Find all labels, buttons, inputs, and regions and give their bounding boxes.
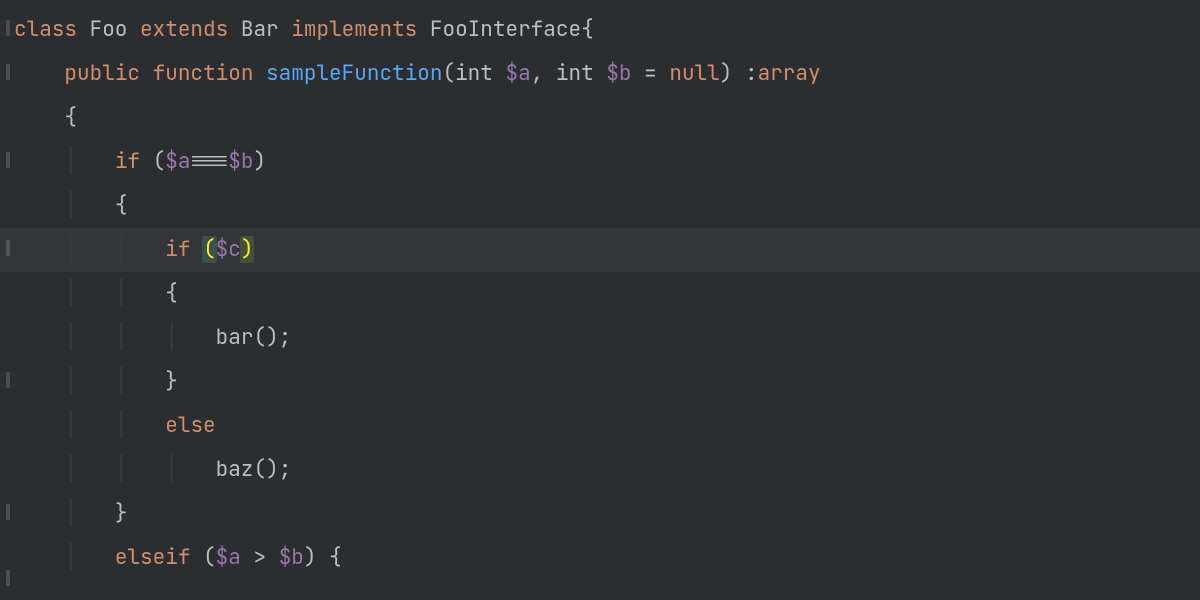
brace-open: { <box>581 16 594 43</box>
keyword-extends: extends <box>140 16 228 43</box>
indent-guide: │ <box>64 192 77 219</box>
code-line[interactable]: │ │ } <box>14 360 1200 404</box>
keyword-null: null <box>669 60 719 87</box>
code-line[interactable]: │ if ($a===$b) <box>14 140 1200 184</box>
variable-b: $b <box>279 544 304 571</box>
paren-open: ( <box>203 544 216 571</box>
indent-guide: │ <box>64 412 77 439</box>
semicolon: ; <box>279 324 292 351</box>
code-line[interactable]: │ │ │ baz(); <box>14 448 1200 492</box>
brace-open: { <box>165 280 178 307</box>
code-line[interactable]: │ │ │ bar(); <box>14 316 1200 360</box>
class-name: Foo <box>90 16 128 43</box>
brace-close: } <box>165 368 178 395</box>
indent-guide: │ <box>115 324 128 351</box>
indent-guide: │ <box>165 324 178 351</box>
gutter-mark <box>6 152 10 168</box>
code-editor[interactable]: class Foo extends Bar implements FooInte… <box>0 0 1200 600</box>
variable-a: $a <box>216 544 241 571</box>
class-name: Bar <box>241 16 279 43</box>
paren-open: ( <box>253 324 266 351</box>
code-area[interactable]: class Foo extends Bar implements FooInte… <box>14 8 1200 580</box>
keyword-function: function <box>153 60 254 87</box>
indent-guide: │ <box>64 280 77 307</box>
code-line[interactable]: │ { <box>14 184 1200 228</box>
function-name: sampleFunction <box>266 60 442 87</box>
keyword-else: else <box>165 412 215 439</box>
brace-open: { <box>115 192 128 219</box>
keyword-elseif: elseif <box>115 544 191 571</box>
keyword-public: public <box>64 60 140 87</box>
indent-guide: │ <box>64 148 77 175</box>
paren-open: ( <box>153 148 166 175</box>
indent-guide: │ <box>64 544 77 571</box>
brace-close: } <box>115 500 128 527</box>
code-line[interactable]: │ } <box>14 492 1200 536</box>
keyword-implements: implements <box>291 16 417 43</box>
return-type: array <box>758 60 821 87</box>
indent-guide: │ <box>115 456 128 483</box>
paren-open: ( <box>442 60 455 87</box>
gutter-mark <box>6 570 10 586</box>
indent-guide: │ <box>64 500 77 527</box>
function-call: baz <box>216 456 254 483</box>
paren-open: ( <box>253 456 266 483</box>
semicolon: ; <box>279 456 292 483</box>
brace-open: { <box>329 544 342 571</box>
gutter-mark <box>6 372 10 388</box>
keyword-if: if <box>165 236 190 263</box>
indent-guide: │ <box>115 280 128 307</box>
op-gt: > <box>253 544 266 571</box>
code-line[interactable]: │ elseif ($a > $b) { <box>14 536 1200 580</box>
editor-gutter <box>0 0 14 600</box>
bracket-match-close: ) <box>240 236 255 263</box>
code-line[interactable]: public function sampleFunction(int $a, i… <box>14 52 1200 96</box>
op-assign: = <box>644 60 657 87</box>
colon: : <box>745 60 758 87</box>
paren-close: ) <box>266 324 279 351</box>
bracket-match-open: ( <box>202 236 217 263</box>
indent-guide: │ <box>165 456 178 483</box>
variable-a: $a <box>505 60 530 87</box>
variable-b: $b <box>606 60 631 87</box>
indent-guide: │ <box>115 236 128 263</box>
type-int: int <box>455 60 493 87</box>
op-identical: === <box>190 148 228 175</box>
indent-guide: │ <box>64 236 77 263</box>
keyword-class: class <box>14 16 77 43</box>
indent-guide: │ <box>115 368 128 395</box>
comma: , <box>531 60 544 87</box>
variable-a: $a <box>165 148 190 175</box>
code-line[interactable]: { <box>14 96 1200 140</box>
indent-guide: │ <box>64 368 77 395</box>
paren-close: ) <box>253 148 266 175</box>
variable-c: $c <box>216 236 241 263</box>
code-line[interactable]: │ │ { <box>14 272 1200 316</box>
type-int: int <box>556 60 594 87</box>
code-line[interactable]: class Foo extends Bar implements FooInte… <box>14 8 1200 52</box>
indent-guide: │ <box>64 456 77 483</box>
class-name: FooInterface <box>430 16 581 43</box>
brace-open: { <box>64 104 77 131</box>
paren-close: ) <box>720 60 733 87</box>
variable-b: $b <box>228 148 253 175</box>
gutter-mark <box>6 504 10 520</box>
code-line-current[interactable]: │ │ if ($c) <box>0 228 1200 272</box>
indent-guide: │ <box>115 412 128 439</box>
keyword-if: if <box>115 148 140 175</box>
code-line[interactable]: │ │ else <box>14 404 1200 448</box>
paren-close: ) <box>304 544 317 571</box>
gutter-mark <box>6 20 10 36</box>
function-call: bar <box>216 324 254 351</box>
gutter-mark <box>6 64 10 80</box>
indent-guide: │ <box>64 324 77 351</box>
paren-close: ) <box>266 456 279 483</box>
